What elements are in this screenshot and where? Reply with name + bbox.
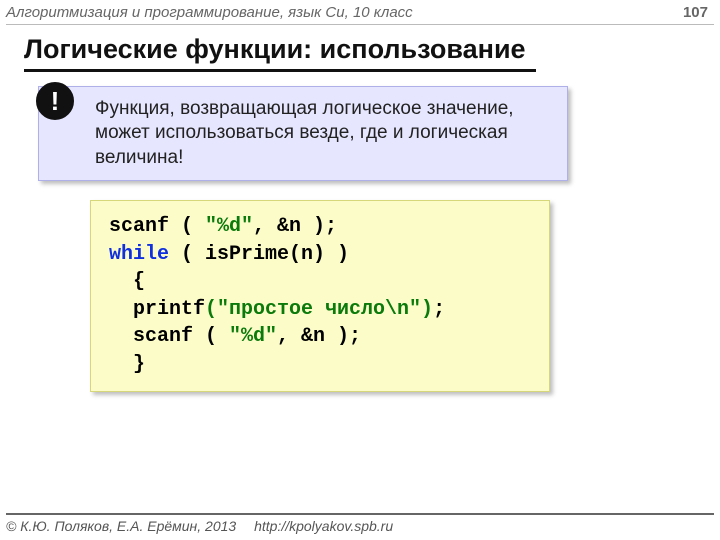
code-l5a: scanf ( [109,325,229,348]
code-l2a: while [109,243,169,266]
header-divider [6,24,714,25]
slide: Алгоритмизация и программирование, язык … [0,0,720,540]
course-subject: Алгоритмизация и программирование, язык … [6,4,714,23]
code-l4c: ; [433,298,445,321]
info-callout: Функция, возвращающая логическое значени… [38,86,568,181]
code-l4a: printf [109,298,205,321]
code-l1a: scanf ( [109,215,205,238]
code-block: scanf ( "%d", &n ); while ( isPrime(n) )… [90,200,550,392]
info-text: Функция, возвращающая логическое значени… [95,98,514,168]
code-l1b: "%d" [205,215,253,238]
footer-url: http://kpolyakov.spb.ru [254,518,393,534]
code-l4b: ("простое число\n") [205,298,433,321]
page-number: 107 [683,4,708,21]
code-l1c: , &n ); [253,215,337,238]
code-l2b: ( isPrime(n) ) [169,243,349,266]
code-l5c: , &n ); [277,325,361,348]
footer: © К.Ю. Поляков, Е.А. Ерёмин, 2013 http:/… [6,513,714,534]
exclamation-icon: ! [36,82,74,120]
copyright-text: © К.Ю. Поляков, Е.А. Ерёмин, 2013 [6,518,236,534]
code-l3: { [109,270,145,293]
page-title: Логические функции: использование [24,34,536,72]
code-l6: } [109,353,145,376]
code-l5b: "%d" [229,325,277,348]
